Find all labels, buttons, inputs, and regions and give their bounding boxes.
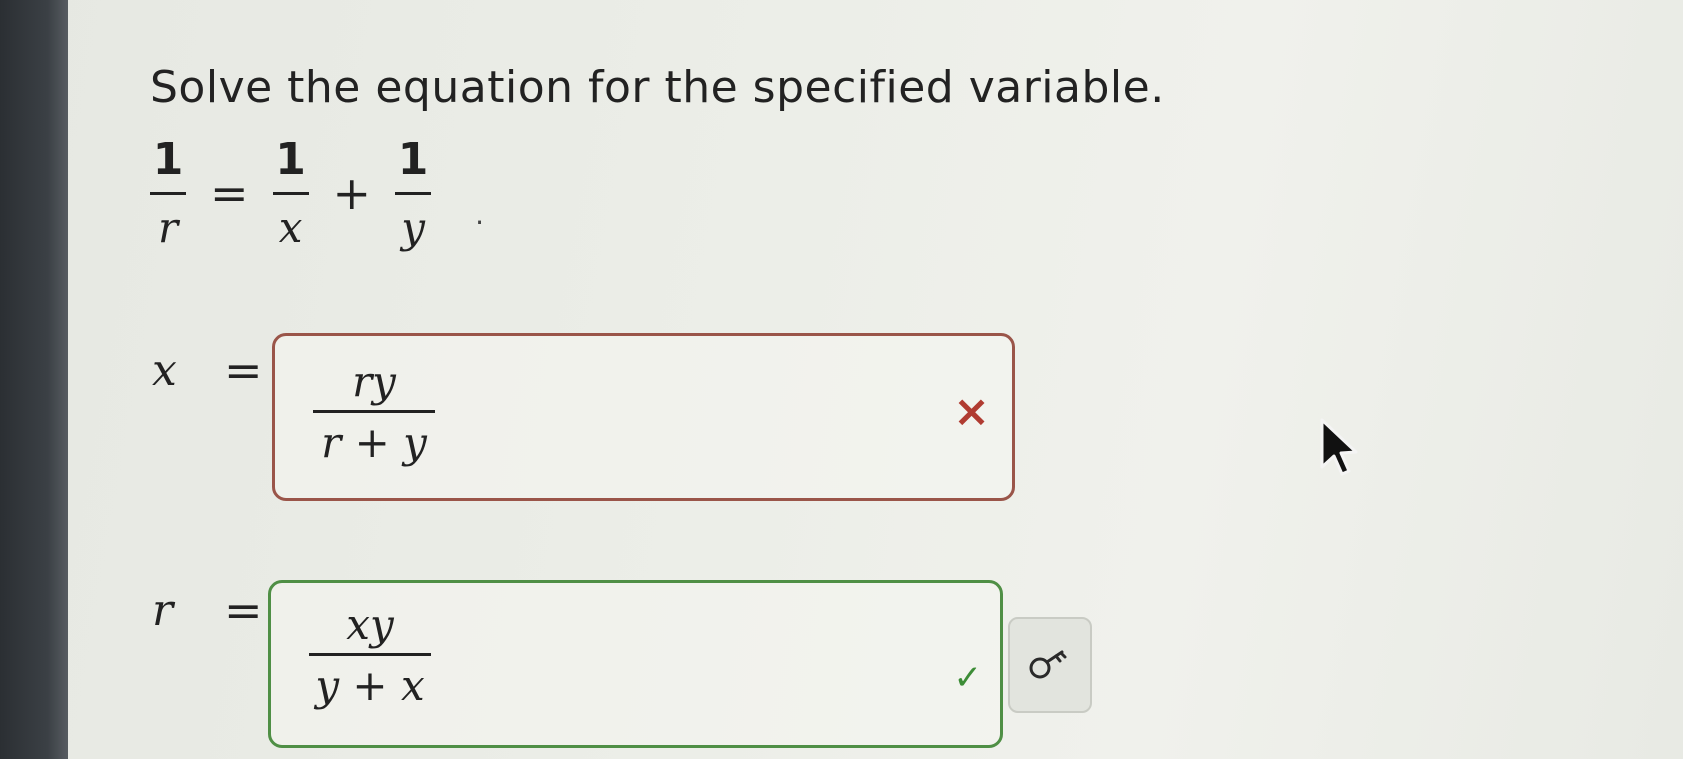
answer-variable: x bbox=[152, 344, 177, 396]
rhs-1-denominator: x bbox=[278, 202, 303, 252]
check-icon: ✓ bbox=[953, 658, 983, 698]
rhs-1-numerator: 1 bbox=[275, 133, 306, 185]
rhs-fraction-1: 1 x bbox=[272, 133, 309, 252]
equals-sign: = bbox=[210, 166, 249, 220]
lhs-numerator: 1 bbox=[152, 133, 184, 185]
fraction-bar bbox=[150, 191, 186, 195]
fraction-bar bbox=[272, 191, 309, 195]
fraction-bar bbox=[313, 410, 435, 413]
answer-numerator: xy bbox=[346, 600, 394, 649]
answer-denominator: y + x bbox=[315, 661, 425, 710]
key-icon bbox=[1029, 650, 1067, 679]
rhs-2-denominator: y bbox=[401, 202, 425, 252]
answer-row-r: r = bbox=[152, 583, 263, 637]
answer-variable: r bbox=[152, 584, 174, 636]
rhs-fraction-2: 1 y bbox=[395, 133, 432, 252]
lhs-fraction: 1 r bbox=[150, 133, 186, 252]
fraction-bar bbox=[395, 191, 432, 195]
answer-field-r[interactable]: xy y + x ✓ bbox=[268, 580, 1003, 748]
given-equation: 1 r = 1 x + 1 y . bbox=[150, 118, 484, 268]
x-mark-icon: × bbox=[953, 386, 990, 437]
answer-fraction: ry r + y bbox=[313, 358, 435, 467]
answer-equals: = bbox=[224, 583, 263, 637]
question-prompt: Solve the equation for the specified var… bbox=[150, 62, 1165, 113]
key-button[interactable] bbox=[1008, 617, 1092, 713]
answer-numerator: ry bbox=[352, 357, 396, 406]
rhs-2-numerator: 1 bbox=[397, 133, 429, 185]
fraction-bar bbox=[309, 653, 431, 656]
answer-equals: = bbox=[224, 343, 263, 397]
answer-row-x: x = bbox=[152, 343, 263, 397]
left-bezel bbox=[0, 0, 68, 759]
answer-denominator: r + y bbox=[321, 418, 427, 467]
plus-sign: + bbox=[332, 166, 372, 220]
mouse-cursor-icon bbox=[1320, 418, 1358, 476]
answer-fraction: xy y + x bbox=[309, 601, 431, 710]
equation-period: . bbox=[475, 197, 484, 231]
answer-field-x[interactable]: ry r + y × bbox=[272, 333, 1015, 501]
screen: Solve the equation for the specified var… bbox=[0, 0, 1683, 759]
lhs-denominator: r bbox=[157, 202, 179, 252]
